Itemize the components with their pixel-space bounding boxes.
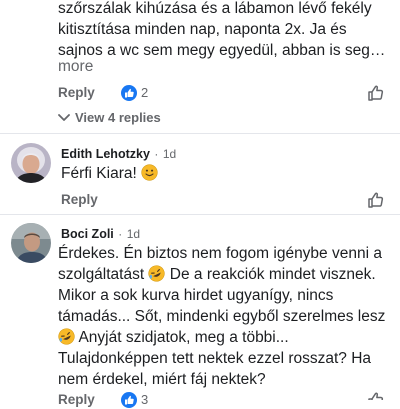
like-reaction-icon — [121, 85, 137, 101]
reply-button[interactable]: Reply — [58, 85, 95, 100]
see-more-link[interactable]: more — [58, 58, 93, 76]
like-button[interactable] — [366, 190, 386, 210]
comment-text-line: Mikor a sok kurva hirdet ugyanígy, nincs — [58, 287, 334, 304]
like-button[interactable] — [366, 83, 386, 103]
reaction-summary[interactable]: 3 — [120, 391, 160, 409]
comment-text-line: szolgáltatást De a reakciók mindet viszn… — [58, 264, 376, 285]
comment-text-line: támadás... Sőt, mindenki egyből szerelme… — [58, 308, 386, 325]
comment-text-segment: szolgáltatást — [58, 266, 145, 283]
view-replies-label: View 4 replies — [75, 110, 161, 125]
reaction-summary[interactable]: 2 — [120, 84, 160, 102]
divider — [0, 133, 400, 134]
author-name[interactable]: Boci Zoli — [61, 227, 114, 241]
comment-header: Boci Zoli · 1d — [61, 225, 140, 243]
comment-text-line: Anyját szidjatok, meg a többi... — [58, 327, 289, 348]
comment-text-line: sajnos a wc sem megy egyedül, abban is s… — [58, 42, 386, 59]
profile-photo — [11, 143, 51, 183]
like-count: 2 — [141, 85, 149, 100]
comment-text-line: Tulajdonképpen tett nektek ezzel rosszat… — [58, 350, 372, 367]
rolling-on-floor-laughing-icon — [148, 265, 166, 282]
separator-dot: · — [118, 227, 123, 241]
comment-text-content: Férfi Kiara! — [61, 165, 137, 182]
reply-button[interactable]: Reply — [61, 192, 98, 207]
rolling-on-floor-laughing-icon — [58, 328, 75, 345]
comment-text-line: Érdekes. Én biztos nem fogom igénybe ven… — [58, 245, 382, 262]
timestamp[interactable]: 1d — [163, 147, 176, 161]
timestamp[interactable]: 1d — [127, 227, 140, 241]
divider — [0, 214, 400, 215]
like-reaction-icon — [121, 392, 137, 408]
comment-text-segment: Anyját szidjatok, meg a többi... — [75, 329, 289, 346]
author-name[interactable]: Edith Lehotzky — [61, 147, 150, 161]
thumbs-up-icon — [368, 192, 384, 208]
avatar[interactable] — [11, 143, 51, 183]
comment-header: Edith Lehotzky · 1d — [61, 145, 176, 163]
comment-text-line: kitisztítása minden nap, naponta 2x. Ja … — [58, 21, 347, 38]
view-replies-button[interactable]: View 4 replies — [58, 110, 161, 125]
avatar[interactable] — [11, 223, 51, 263]
slightly-smiling-face-icon — [141, 164, 158, 181]
thumbs-up-icon — [368, 392, 384, 400]
thumbs-up-icon — [368, 85, 384, 101]
chevron-down-icon — [58, 114, 70, 121]
comment-text-line: szőrszálak kihúzása és a lábamon lévő fe… — [58, 0, 372, 17]
comment-text-segment: De a reakciók mindet visznek. — [169, 266, 376, 283]
comment-text: Férfi Kiara! — [61, 163, 158, 184]
profile-photo — [11, 223, 51, 263]
comment-text-line: nem érdekel, miért fáj nektek? — [58, 371, 266, 388]
like-button[interactable] — [366, 390, 386, 400]
separator-dot: · — [154, 147, 159, 161]
